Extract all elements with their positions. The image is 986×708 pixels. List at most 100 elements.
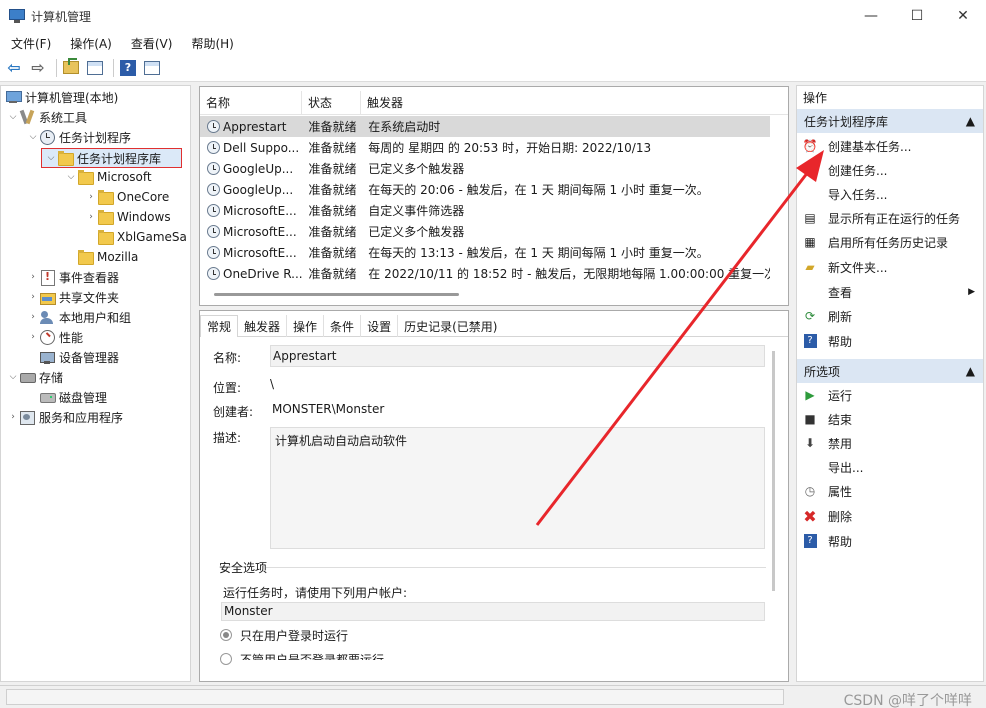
submenu-arrow-icon: ▶ <box>968 287 975 297</box>
tree-item-shared-folders[interactable]: › 共享文件夹 <box>27 287 119 307</box>
chevron-right-icon[interactable]: › <box>85 212 97 222</box>
tab-history[interactable]: 历史记录(已禁用) <box>398 315 503 337</box>
tree-item-task-library[interactable]: ⌵ 任务计划程序库 <box>45 148 161 168</box>
action-end[interactable]: ■ 结束 <box>797 407 983 431</box>
table-row[interactable]: Apprestart 准备就绪 在系统启动时 <box>200 116 770 137</box>
collapse-icon[interactable]: ▲ <box>966 364 975 378</box>
section-title: 所选项 <box>804 364 841 379</box>
tree-item-windows[interactable]: › Windows <box>85 207 171 227</box>
description-field[interactable]: 计算机启动自动启动软件 <box>270 427 765 549</box>
tree-item-task-scheduler[interactable]: ⌵ 任务计划程序 <box>27 127 131 147</box>
action-properties[interactable]: ◷ 属性 <box>797 479 983 503</box>
tree-item-xblgamesave[interactable]: XblGameSa <box>97 227 187 247</box>
action-create-basic-task[interactable]: ⏰ 创建基本任务... <box>797 134 983 158</box>
tab-general[interactable]: 常规 <box>200 315 239 337</box>
actions-section-selected[interactable]: 所选项 ▲ <box>797 359 983 383</box>
tree-item-microsoft[interactable]: ⌵ Microsoft <box>65 167 152 187</box>
task-icon <box>207 141 220 154</box>
forward-arrow-icon[interactable]: ⇨ <box>28 58 48 78</box>
chevron-down-icon[interactable]: ⌵ <box>27 132 39 142</box>
action-help-selected[interactable]: ? 帮助 <box>797 529 983 553</box>
chevron-right-icon[interactable]: › <box>7 412 19 422</box>
radio-whether-logged-on[interactable] <box>220 653 232 665</box>
action-new-folder[interactable]: ▰ 新文件夹... <box>797 255 983 279</box>
task-icon <box>207 246 220 259</box>
delete-icon: ✖ <box>803 506 817 526</box>
chevron-right-icon[interactable]: › <box>27 292 39 302</box>
chevron-right-icon[interactable]: › <box>27 272 39 282</box>
close-button[interactable]: ✕ <box>940 0 986 32</box>
action-delete[interactable]: ✖ 删除 <box>797 504 983 528</box>
table-row[interactable]: Dell Suppo... 准备就绪 每周的 星期四 的 20:53 时，开始日… <box>200 137 770 158</box>
task-icon <box>207 183 220 196</box>
action-export[interactable]: 导出... <box>797 455 983 479</box>
window-title: 计算机管理 <box>31 9 92 24</box>
action-help[interactable]: ? 帮助 <box>797 329 983 353</box>
tree-item-device-manager[interactable]: 设备管理器 <box>39 347 119 367</box>
maximize-button[interactable]: ☐ <box>894 0 940 32</box>
action-view[interactable]: 查看 ▶ <box>797 280 983 304</box>
tree-item-event-viewer[interactable]: › 事件查看器 <box>27 267 119 287</box>
tree-label: Windows <box>117 210 171 224</box>
chevron-down-icon[interactable]: ⌵ <box>65 172 77 182</box>
tree-item-performance[interactable]: › 性能 <box>27 327 83 347</box>
action-disable[interactable]: ⬇ 禁用 <box>797 431 983 455</box>
tree-item-system-tools[interactable]: ⌵ 系统工具 <box>7 107 87 127</box>
action-refresh[interactable]: ⟳ 刷新 <box>797 304 983 328</box>
menu-help[interactable]: 帮助(H) <box>180 35 241 52</box>
tab-settings[interactable]: 设置 <box>361 315 399 337</box>
table-row[interactable]: MicrosoftE... 准备就绪 已定义多个触发器 <box>200 221 770 242</box>
show-action-pane-icon[interactable] <box>142 58 162 78</box>
users-icon <box>39 309 55 325</box>
chevron-right-icon[interactable]: › <box>85 192 97 202</box>
menu-action[interactable]: 操作(A) <box>59 35 120 52</box>
name-field[interactable]: Apprestart <box>270 345 765 367</box>
action-show-running[interactable]: ▤ 显示所有正在运行的任务 <box>797 206 983 230</box>
action-enable-history[interactable]: ▦ 启用所有任务历史记录 <box>797 230 983 254</box>
tree-item-mozilla[interactable]: Mozilla <box>77 247 138 267</box>
column-header-name[interactable]: 名称 <box>200 91 302 114</box>
tree-item-disk-management[interactable]: 磁盘管理 <box>39 387 107 407</box>
action-create-task[interactable]: 🕒 创建任务... <box>797 158 983 182</box>
tab-conditions[interactable]: 条件 <box>324 315 362 337</box>
action-label: 删除 <box>828 509 853 524</box>
table-row[interactable]: GoogleUp... 准备就绪 在每天的 20:06 - 触发后，在 1 天 … <box>200 179 770 200</box>
show-hide-tree-icon[interactable] <box>85 58 105 78</box>
minimize-button[interactable]: — <box>848 0 894 32</box>
tree-item-local-users[interactable]: › 本地用户和组 <box>27 307 131 327</box>
description-label: 描述: <box>213 431 242 445</box>
column-header-trigger[interactable]: 触发器 <box>361 91 781 114</box>
chevron-down-icon[interactable]: ⌵ <box>45 153 57 163</box>
action-label: 创建任务... <box>828 163 888 178</box>
table-row[interactable]: MicrosoftE... 准备就绪 自定义事件筛选器 <box>200 200 770 221</box>
help-icon[interactable]: ? <box>118 58 138 78</box>
menu-view[interactable]: 查看(V) <box>120 35 181 52</box>
tab-triggers[interactable]: 触发器 <box>238 315 288 337</box>
menu-file[interactable]: 文件(F) <box>0 35 59 52</box>
action-label: 禁用 <box>828 436 853 451</box>
chevron-right-icon[interactable]: › <box>27 312 39 322</box>
tree-item-services[interactable]: › 服务和应用程序 <box>7 407 123 427</box>
up-folder-icon[interactable] <box>61 58 81 78</box>
task-name: Dell Suppo... <box>223 140 300 155</box>
column-header-status[interactable]: 状态 <box>302 91 361 114</box>
horizontal-scrollbar[interactable] <box>214 293 459 296</box>
action-import-task[interactable]: 导入任务... <box>797 182 983 206</box>
tree-item-root[interactable]: 计算机管理(本地) <box>5 87 118 107</box>
vertical-scrollbar[interactable] <box>772 351 775 591</box>
table-row[interactable]: OneDrive R... 准备就绪 在 2022/10/11 的 18:52 … <box>200 263 770 284</box>
back-arrow-icon[interactable]: ⇦ <box>4 58 24 78</box>
collapse-icon[interactable]: ▲ <box>966 114 975 128</box>
action-run[interactable]: ▶ 运行 <box>797 383 983 407</box>
radio-whether-label: 不管用户是否登录都要运行 <box>240 653 385 667</box>
chevron-down-icon[interactable]: ⌵ <box>7 112 19 122</box>
tree-item-storage[interactable]: ⌵ 存储 <box>7 367 63 387</box>
tab-actions[interactable]: 操作 <box>287 315 325 337</box>
tree-item-onecore[interactable]: › OneCore <box>85 187 169 207</box>
actions-section-task-library[interactable]: 任务计划程序库 ▲ <box>797 109 983 133</box>
radio-logged-on-only[interactable] <box>220 629 232 641</box>
table-row[interactable]: GoogleUp... 准备就绪 已定义多个触发器 <box>200 158 770 179</box>
chevron-right-icon[interactable]: › <box>27 332 39 342</box>
chevron-down-icon[interactable]: ⌵ <box>7 372 19 382</box>
table-row[interactable]: MicrosoftE... 准备就绪 在每天的 13:13 - 触发后，在 1 … <box>200 242 770 263</box>
